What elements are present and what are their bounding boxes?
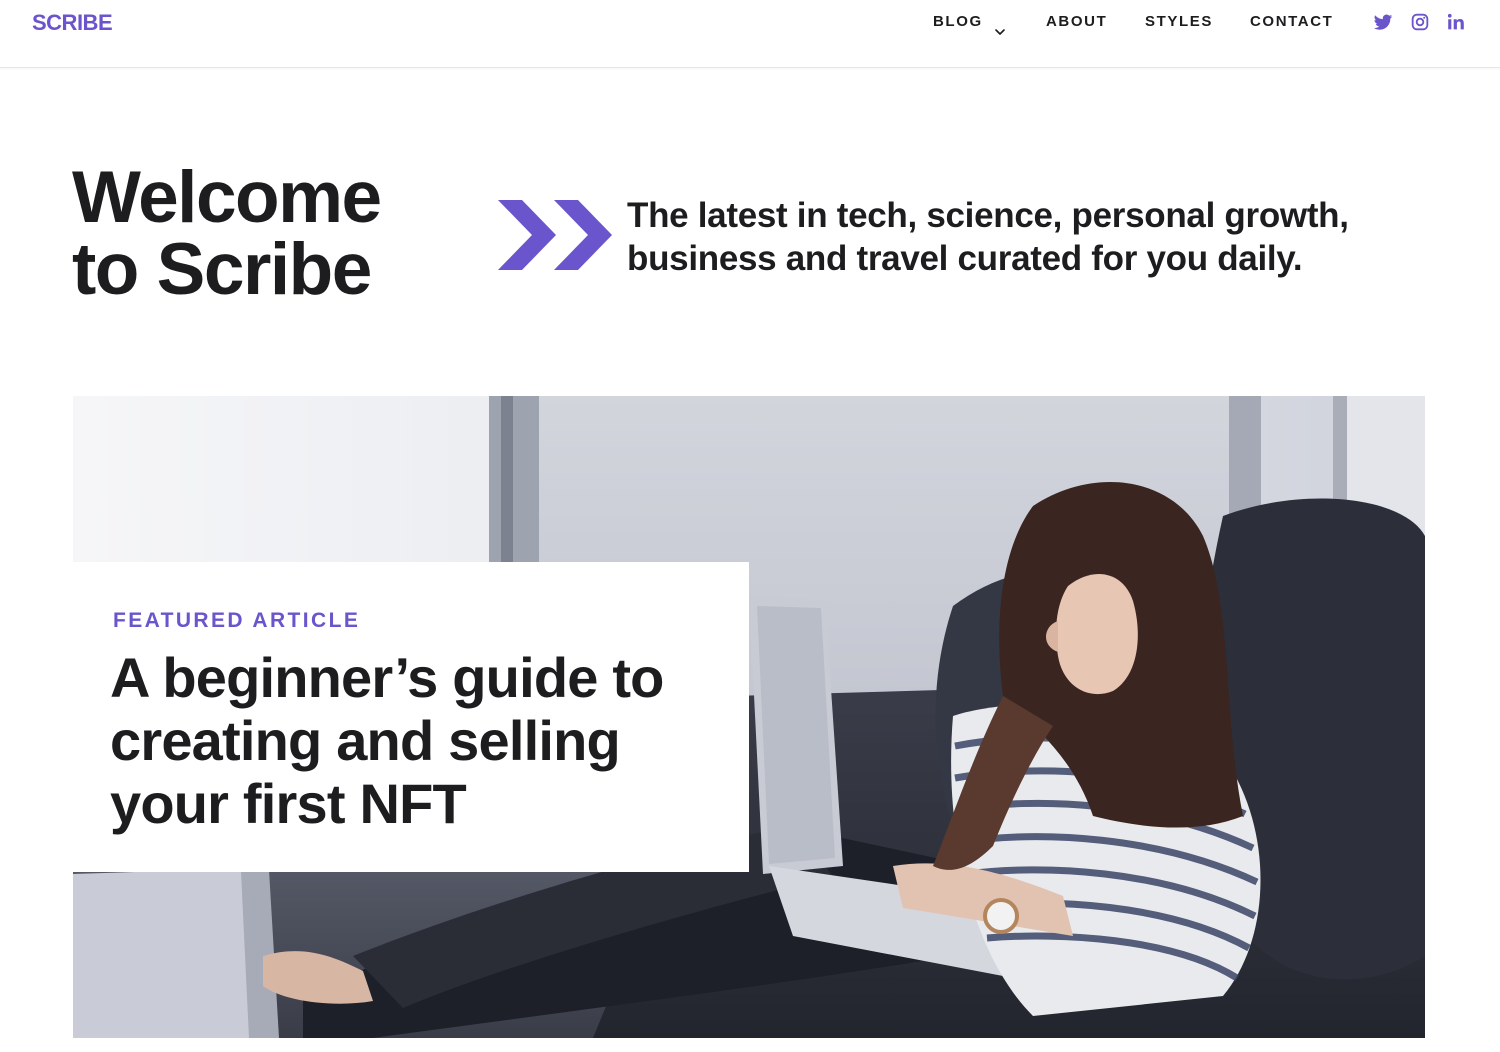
double-chevron-right-icon (498, 200, 612, 270)
linkedin-icon[interactable] (1445, 11, 1467, 33)
site-header: SCRIBE BLOG ABOUT STYLES CONTACT (0, 0, 1500, 68)
twitter-icon[interactable] (1372, 11, 1394, 33)
hero-title-line-2: to Scribe (72, 229, 372, 310)
nav-item-styles[interactable]: STYLES (1145, 13, 1213, 30)
hero-title-line-1: Welcome (72, 157, 382, 238)
hero-tagline: The latest in tech, science, personal gr… (627, 196, 1349, 278)
nav-item-contact[interactable]: CONTACT (1250, 13, 1333, 30)
nav-item-about[interactable]: ABOUT (1046, 13, 1107, 30)
site-logo[interactable]: SCRIBE (32, 10, 113, 36)
hero-title: Welcome to Scribe (72, 157, 382, 310)
nav-item-blog[interactable]: BLOG (933, 13, 983, 30)
featured-article-card[interactable]: FEATURED ARTICLE A beginner’s guide to c… (73, 562, 749, 872)
chevron-down-icon[interactable] (994, 27, 1006, 37)
featured-article-label: FEATURED ARTICLE (113, 609, 361, 632)
featured-article-title[interactable]: A beginner’s guide to creating and selli… (110, 646, 730, 835)
instagram-icon[interactable] (1409, 11, 1431, 33)
